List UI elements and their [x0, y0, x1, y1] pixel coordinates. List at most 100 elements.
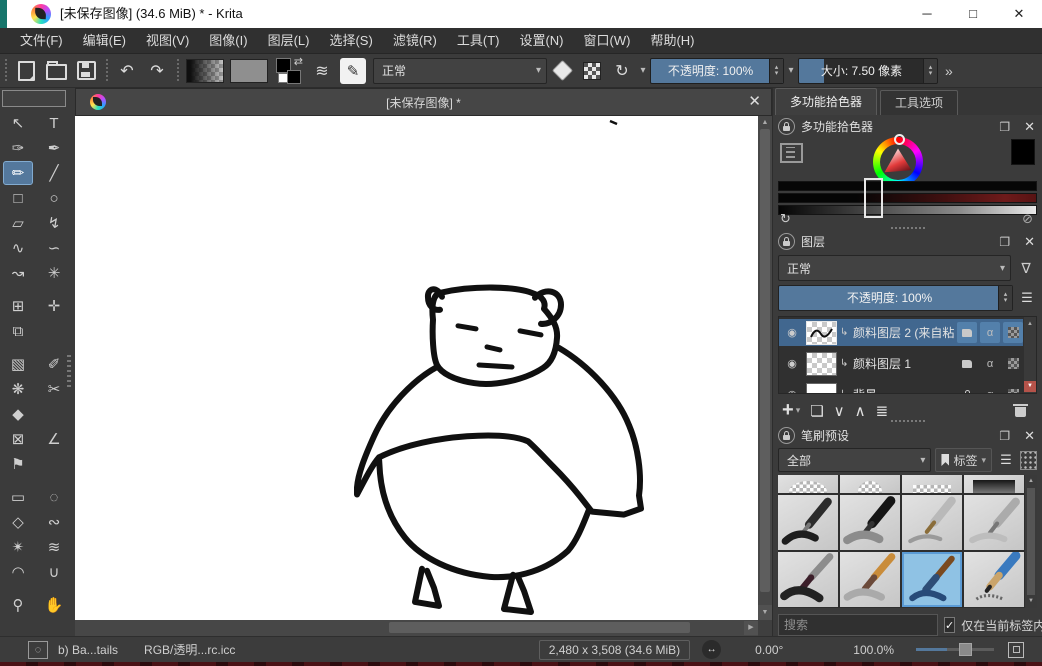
- canvas[interactable]: [75, 116, 758, 620]
- hue-selector-ring[interactable]: [894, 134, 905, 145]
- foreground-background-colors[interactable]: ⇄: [275, 57, 303, 85]
- resource-storage-icon[interactable]: [1020, 451, 1037, 470]
- scroll-up-icon[interactable]: ▲: [758, 116, 772, 129]
- opacity-dropdown-arrow[interactable]: ▾: [785, 65, 797, 76]
- layer-thumbnail[interactable]: [806, 352, 837, 376]
- reference-images-tool[interactable]: ⚑: [3, 452, 33, 476]
- spin-down-icon[interactable]: ▾: [775, 71, 779, 77]
- move-tool[interactable]: ✛: [39, 294, 69, 318]
- fit-page-button[interactable]: [1008, 642, 1024, 658]
- maximize-button[interactable]: □: [950, 0, 996, 28]
- preserve-alpha-button[interactable]: [579, 58, 605, 84]
- menu-window[interactable]: 窗口(W): [574, 28, 641, 54]
- multibrush-tool[interactable]: ✳: [39, 261, 69, 285]
- layer-options-menu-icon[interactable]: ☰: [1017, 290, 1037, 306]
- crop-tool[interactable]: ⧉: [3, 319, 33, 343]
- subwindow-titlebar[interactable]: [未保存图像] * ✕: [75, 88, 772, 116]
- scroll-right-icon[interactable]: ▶: [744, 621, 758, 635]
- eraser-mode-button[interactable]: [549, 58, 575, 84]
- menu-image[interactable]: 图像(I): [199, 28, 257, 54]
- alpha-lock-icon[interactable]: α: [980, 384, 1000, 394]
- statusbar-rotation[interactable]: 0.00°: [755, 643, 783, 657]
- transform-tool[interactable]: ⊞: [3, 294, 33, 318]
- float-docker-icon[interactable]: ❐: [999, 429, 1010, 443]
- opacity-slider[interactable]: 不透明度: 100% ▴ ▾: [650, 58, 784, 84]
- value-bar[interactable]: [778, 205, 1037, 215]
- preset-eraser-1[interactable]: [778, 475, 838, 493]
- layer-lock-icon[interactable]: [957, 384, 977, 394]
- dynamic-brush-tool[interactable]: ↝: [3, 261, 33, 285]
- polygon-tool[interactable]: ▱: [3, 211, 33, 235]
- inherit-alpha-icon[interactable]: [957, 353, 977, 374]
- polyline-tool[interactable]: ↯: [39, 211, 69, 235]
- preset-pen-soft[interactable]: [964, 495, 1024, 550]
- layer-properties-button[interactable]: ≣: [876, 402, 889, 420]
- preset-search-input[interactable]: [778, 614, 938, 636]
- reload-preset-button[interactable]: ↻: [609, 58, 635, 84]
- close-docker-icon[interactable]: ✕: [1024, 428, 1035, 444]
- preset-pencil-blue[interactable]: [964, 552, 1024, 607]
- layer-blending-mode-dropdown[interactable]: 正常 ▾: [778, 255, 1011, 281]
- layer-row-background[interactable]: ◉ ↳ 背景 α: [779, 381, 1023, 394]
- brush-size-slider[interactable]: 大小: 7.50 像素 ▴ ▾: [798, 58, 938, 84]
- lock-icon[interactable]: [778, 118, 795, 135]
- preset-filter-dropdown[interactable]: 全部 ▾: [778, 448, 931, 472]
- lock-icon[interactable]: [778, 233, 795, 250]
- freehand-brush-tool[interactable]: ✏: [3, 161, 33, 185]
- preset-scroll-thumb[interactable]: [1027, 488, 1035, 595]
- menu-select[interactable]: 选择(S): [319, 28, 382, 54]
- zoom-slider[interactable]: [916, 648, 994, 651]
- edit-shapes-tool[interactable]: ✑: [3, 136, 33, 160]
- pattern-chooser[interactable]: [230, 59, 268, 83]
- zoom-tool[interactable]: ⚲: [3, 593, 33, 617]
- layer-name[interactable]: 颜料图层 2 (来自粘贴): [853, 324, 954, 341]
- preset-display-menu-icon[interactable]: ☰: [996, 452, 1016, 468]
- hue-bar[interactable]: [778, 181, 1037, 191]
- duplicate-layer-button[interactable]: ❏: [810, 402, 823, 420]
- layer-filter-icon[interactable]: ∇: [1015, 260, 1037, 277]
- layer-name[interactable]: 背景: [853, 386, 954, 394]
- horizontal-scroll-thumb[interactable]: [389, 622, 690, 633]
- delete-layer-button[interactable]: [1014, 403, 1027, 418]
- menu-layer[interactable]: 图层(L): [258, 28, 320, 54]
- toolbar-grip[interactable]: [104, 59, 109, 83]
- layer-opacity-spinner[interactable]: ▴ ▾: [998, 286, 1012, 310]
- freehand-select-tool[interactable]: ∾: [39, 510, 69, 534]
- select-shapes-tool[interactable]: ↖: [3, 111, 33, 135]
- rectangle-tool[interactable]: □: [3, 186, 33, 210]
- visibility-eye-icon[interactable]: ◉: [781, 357, 803, 370]
- color-bar-handle[interactable]: [864, 178, 883, 218]
- statusbar-color-profile[interactable]: RGB/透明...rc.icc: [144, 641, 235, 658]
- layers-docker-header[interactable]: 图层 ❐ ✕: [778, 232, 1037, 251]
- canvas-vertical-scrollbar[interactable]: ▲ ▼: [758, 116, 772, 620]
- enclose-fill-tool[interactable]: ⊠: [3, 427, 33, 451]
- menu-file[interactable]: 文件(F): [10, 28, 73, 54]
- visibility-eye-icon[interactable]: ◉: [781, 388, 803, 394]
- move-layer-up-button[interactable]: ∧: [855, 402, 866, 420]
- menu-tools[interactable]: 工具(T): [447, 28, 510, 54]
- spin-down-icon[interactable]: ▾: [929, 71, 933, 77]
- preset-pen-silver[interactable]: [902, 495, 962, 550]
- float-docker-icon[interactable]: ❐: [999, 120, 1010, 134]
- alpha-channel-icon[interactable]: [1003, 384, 1023, 394]
- edit-brush-settings-button[interactable]: ✎: [340, 58, 366, 84]
- preset-eraser-3[interactable]: [902, 475, 962, 493]
- scroll-up-icon[interactable]: ▲: [1025, 475, 1037, 488]
- pan-tool[interactable]: ✋: [39, 593, 69, 617]
- toolbar-grip[interactable]: [3, 59, 8, 83]
- scroll-down-icon[interactable]: ▼: [1025, 595, 1037, 608]
- close-button[interactable]: ✕: [996, 0, 1042, 28]
- preset-eraser-soft[interactable]: [964, 475, 1024, 493]
- current-color-swatch[interactable]: [1011, 139, 1035, 165]
- similar-color-select-tool[interactable]: ≋: [39, 535, 69, 559]
- menu-view[interactable]: 视图(V): [136, 28, 199, 54]
- tab-advanced-color-selector[interactable]: 多功能拾色器: [775, 88, 877, 115]
- size-spinner[interactable]: ▴ ▾: [923, 59, 937, 83]
- lock-icon[interactable]: [778, 427, 795, 444]
- bezier-curve-tool[interactable]: ∿: [3, 236, 33, 260]
- blending-mode-dropdown[interactable]: 正常 ▾: [373, 58, 547, 84]
- spin-down-icon[interactable]: ▾: [1004, 298, 1008, 304]
- text-tool[interactable]: T: [39, 111, 69, 135]
- rect-select-tool[interactable]: ▭: [3, 485, 33, 509]
- layer-row-paint2[interactable]: ◉ ↳ 颜料图层 2 (来自粘贴) α: [779, 319, 1023, 346]
